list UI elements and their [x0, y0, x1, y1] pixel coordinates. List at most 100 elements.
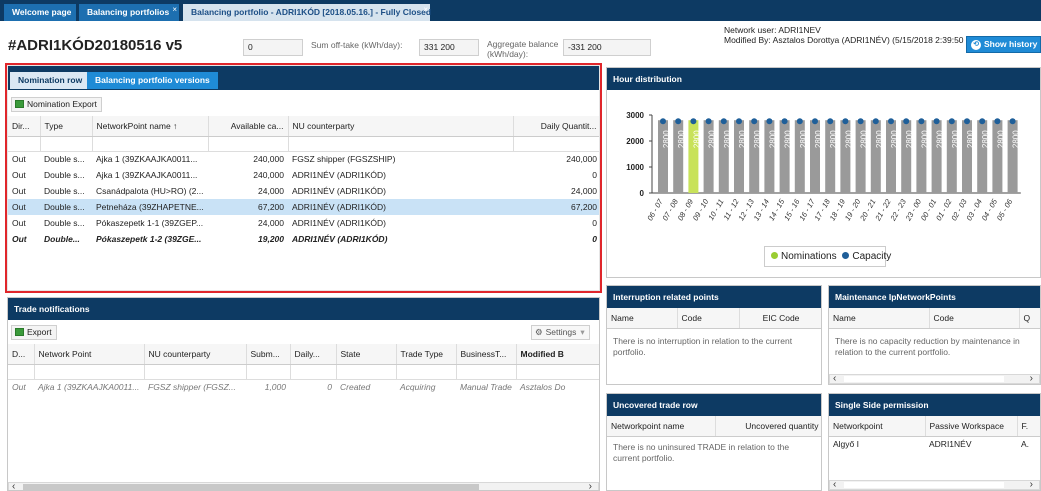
capacity-point — [812, 118, 818, 125]
horizontal-scrollbar[interactable]: ‹ › — [829, 479, 1040, 490]
page-title: #ADRI1KÓD20180516 v5 — [8, 37, 183, 54]
cell: Double s... — [44, 218, 85, 228]
table-row[interactable]: Out Double s... Petneháza (39ZHAPETNE... 67… — [8, 199, 599, 215]
version-field[interactable]: 0 — [243, 39, 303, 56]
close-icon[interactable]: × — [172, 1, 177, 18]
column-header[interactable]: NetworkPoint name ↑ — [92, 116, 209, 137]
filter-cell[interactable] — [8, 136, 41, 152]
filter-row — [8, 364, 599, 380]
table-row[interactable]: Algyő I ADRI1NÉV A. — [829, 436, 1040, 452]
filter-cell[interactable] — [516, 364, 599, 380]
scroll-right-icon[interactable]: › — [1030, 479, 1033, 490]
column-header[interactable]: BusinessT... — [456, 344, 517, 365]
column-header[interactable]: NU counterparty — [288, 116, 514, 137]
column-header[interactable]: Modified B — [516, 344, 599, 365]
table-row[interactable]: Out Double s... Ajka 1 (39ZKAAJKA0011... 24… — [8, 151, 599, 167]
settings-button[interactable]: ⚙ Settings ▾ — [531, 325, 590, 340]
col-code[interactable]: Code — [677, 308, 740, 329]
bar-value-label: 2800 — [981, 130, 990, 148]
filter-cell[interactable] — [513, 136, 599, 152]
cell: 240,000 — [566, 154, 597, 165]
scrollbar-thumb[interactable] — [23, 484, 479, 490]
export-icon — [15, 328, 24, 336]
column-header[interactable]: Trade Type — [396, 344, 457, 365]
scroll-right-icon[interactable]: › — [1030, 373, 1033, 384]
cell: ADRI1NÉV (ADRI1KÓD) — [292, 234, 388, 244]
column-header[interactable]: Type — [40, 116, 93, 137]
column-header[interactable]: NU counterparty — [144, 344, 247, 365]
bar-value-label: 2800 — [723, 130, 732, 148]
filter-cell[interactable] — [92, 136, 209, 152]
bar-value-label: 2800 — [814, 130, 823, 148]
tab-welcome-page[interactable]: Welcome page — [4, 4, 76, 21]
scrollbar-thumb[interactable] — [844, 482, 1004, 488]
table-row[interactable]: Out Double s... Ajka 1 (39ZKAAJKA0011... 24… — [8, 167, 599, 183]
filter-cell[interactable] — [144, 364, 247, 380]
scroll-right-icon[interactable]: › — [589, 481, 592, 490]
cell: ADRI1NÉV (ADRI1KÓD) — [292, 218, 386, 228]
bar-value-label: 2800 — [1012, 130, 1021, 148]
filter-cell[interactable] — [288, 136, 514, 152]
horizontal-scrollbar[interactable]: ‹ › — [829, 373, 1040, 384]
column-header[interactable]: Dir... — [8, 116, 41, 137]
show-history-button[interactable]: ⟲ Show history — [966, 36, 1041, 53]
filter-cell[interactable] — [34, 364, 145, 380]
filter-cell[interactable] — [246, 364, 291, 380]
scrollbar-thumb[interactable] — [844, 376, 1004, 382]
table-row[interactable]: Out Ajka 1 (39ZKAAJKA0011... FGSZ shipper … — [8, 379, 599, 395]
trade-export-button[interactable]: Export — [11, 325, 57, 340]
legend-capacity[interactable]: Capacity — [852, 251, 891, 262]
table-row[interactable]: Out Double... Pókaszepetk 1-2 (39ZGE... 19,… — [8, 231, 599, 247]
col-f[interactable]: F. — [1017, 416, 1040, 437]
column-header[interactable]: Daily Quantit... — [513, 116, 599, 137]
cell: 1,000 — [264, 382, 286, 393]
tab-balancing-portfolio-versions[interactable]: Balancing portfolio versions — [87, 72, 218, 89]
column-header[interactable]: Subm... — [246, 344, 291, 365]
nomination-export-button[interactable]: Nomination Export — [11, 97, 102, 112]
tab-balancing-portfolios[interactable]: Balancing portfolios × — [79, 4, 179, 21]
table-header-row: Dir... Type NetworkPoint name ↑ Available c… — [8, 116, 599, 137]
cell: Double s... — [44, 154, 85, 165]
column-header[interactable]: Network Point — [34, 344, 145, 365]
offtake-value-field[interactable]: 331 200 — [419, 39, 479, 56]
column-header[interactable]: D... — [8, 344, 35, 365]
filter-cell[interactable] — [290, 364, 337, 380]
col-networkpoint-name[interactable]: Networkpoint name — [607, 416, 716, 437]
col-code[interactable]: Code — [929, 308, 1020, 329]
col-eic-code[interactable]: EIC Code — [739, 308, 821, 329]
x-tick-label: 05 - 06 — [995, 197, 1015, 222]
horizontal-scrollbar[interactable]: ‹ › — [8, 481, 599, 490]
col-uncovered-quantity[interactable]: Uncovered quantity — [715, 416, 821, 437]
cell: Petneháza (39ZHAPETNE... — [92, 199, 208, 215]
cell: 240,000 — [253, 170, 284, 180]
filter-cell[interactable] — [456, 364, 517, 380]
col-q[interactable]: Q — [1019, 308, 1040, 329]
col-networkpoint[interactable]: Networkpoint — [829, 416, 926, 437]
cell: 0 — [592, 218, 597, 228]
filter-cell[interactable] — [208, 136, 289, 152]
column-header[interactable]: State — [336, 344, 397, 365]
table-row[interactable]: Out Double s... Pókaszepetk 1-1 (39ZGEP...… — [8, 215, 599, 231]
col-name[interactable]: Name — [829, 308, 930, 329]
filter-cell[interactable] — [40, 136, 93, 152]
col-passive-workspace[interactable]: Passive Workspace — [925, 416, 1018, 437]
scroll-left-icon[interactable]: ‹ — [12, 481, 15, 490]
tab-nomination-row[interactable]: Nomination row — [10, 72, 91, 89]
close-icon[interactable]: × — [423, 1, 428, 18]
column-header[interactable]: Daily... — [290, 344, 337, 365]
filter-cell[interactable] — [8, 364, 35, 380]
filter-cell[interactable] — [336, 364, 397, 380]
scroll-left-icon[interactable]: ‹ — [833, 479, 836, 490]
aggregate-balance-field[interactable]: -331 200 — [563, 39, 651, 56]
interruption-panel: Interruption related points Name Code EIC … — [606, 285, 822, 385]
col-name[interactable]: Name — [607, 308, 678, 329]
scroll-left-icon[interactable]: ‹ — [833, 373, 836, 384]
bar-value-label: 2800 — [860, 130, 869, 148]
table-row[interactable]: Out Double s... Csanádpalota (HU>RO) (2...… — [8, 183, 599, 199]
filter-cell[interactable] — [396, 364, 457, 380]
cell: Pókaszepetk 1-2 (39ZGE... — [96, 234, 202, 244]
tab-balancing-portfolio-detail[interactable]: Balancing portfolio - ADRI1KÓD [2018.05.… — [183, 1, 431, 21]
legend-nominations[interactable]: Nominations — [781, 251, 837, 262]
column-header[interactable]: Available ca... — [208, 116, 289, 137]
bar-value-label: 2800 — [768, 130, 777, 148]
